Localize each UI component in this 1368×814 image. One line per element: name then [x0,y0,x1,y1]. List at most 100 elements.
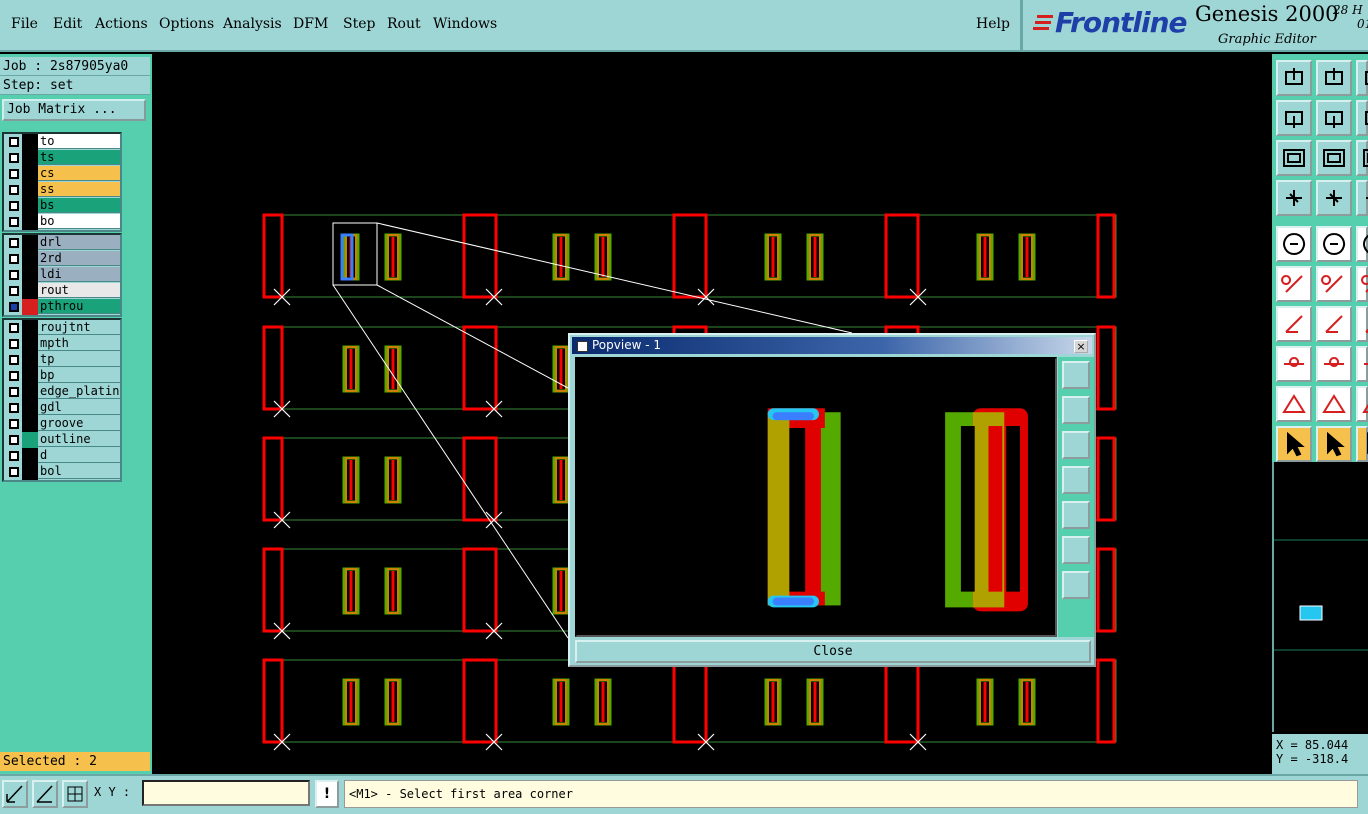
layer-name[interactable]: to [38,134,120,149]
key-icon[interactable] [1316,180,1352,216]
layer-checkbox[interactable] [9,201,19,211]
draw-angle-icon[interactable] [1276,306,1312,342]
layer-row-drl[interactable]: drl [4,235,120,251]
layer-name[interactable]: outline [38,432,120,447]
net-icon[interactable] [1276,266,1312,302]
layer-row-ts[interactable]: ts [4,150,120,166]
xy-input[interactable] [142,780,310,806]
layer-name[interactable]: bp [38,368,120,383]
move-icon[interactable] [1276,346,1312,382]
layer-row-pthrou[interactable]: pthrou [4,299,120,315]
layer-affect-toggle[interactable] [22,235,38,251]
snap-icon[interactable] [2,780,28,808]
split-icon[interactable] [1356,346,1368,382]
layer-name[interactable]: mpth [38,336,120,351]
layer-affect-toggle[interactable] [22,416,38,432]
menu-rout[interactable]: Rout [387,16,421,32]
close-button[interactable]: Close [575,640,1091,663]
zoom-icon[interactable] [1356,100,1368,136]
layer-affect-toggle[interactable] [22,336,38,352]
layer-checkbox[interactable] [9,270,19,280]
edit-icon[interactable] [1356,306,1368,342]
layer-row-bo[interactable]: bo [4,214,120,230]
layer-row-bp[interactable]: bp [4,368,120,384]
layer-row-bol[interactable]: bol [4,464,120,480]
area-icon[interactable] [1276,386,1312,422]
fit-profile-icon[interactable] [1316,140,1352,176]
layer-checkbox[interactable] [9,387,19,397]
menu-actions[interactable]: Actions [95,16,148,32]
layer-affect-toggle[interactable] [22,352,38,368]
layer-checkbox[interactable] [9,403,19,413]
layer-checkbox[interactable] [9,153,19,163]
layer-row-gdl[interactable]: gdl [4,400,120,416]
popview-pan-right-icon[interactable] [1062,501,1090,529]
layer-affect-toggle[interactable] [22,368,38,384]
arc-icon[interactable] [1356,386,1368,422]
layer-checkbox[interactable] [9,419,19,429]
menu-windows[interactable]: Windows [433,16,497,32]
layer-checkbox[interactable] [9,371,19,381]
layer-name[interactable]: ss [38,182,120,197]
layer-name[interactable]: roujtnt [38,320,120,335]
popview-canvas[interactable] [575,357,1057,637]
grid-icon[interactable] [62,780,88,808]
layer-checkbox[interactable] [9,467,19,477]
layer-checkbox[interactable] [9,355,19,365]
layer-row-ldi[interactable]: ldi [4,267,120,283]
popview-pan-left-icon[interactable] [1062,466,1090,494]
layer-row-to[interactable]: to [4,134,120,150]
select-icon[interactable] [1276,426,1312,462]
prompt-alert-button[interactable]: ! [315,780,339,808]
route-icon[interactable] [1356,266,1368,302]
popview-fit-icon[interactable] [1062,361,1090,389]
layer-name[interactable]: bol [38,464,120,479]
work-layer-icon[interactable] [22,299,38,315]
layer-name[interactable]: edge_plating [38,384,120,399]
layer-name[interactable]: ts [38,150,120,165]
pan-down-icon[interactable] [1316,60,1352,96]
layer-affect-toggle[interactable] [22,384,38,400]
layer-affect-toggle[interactable] [22,432,38,448]
layer-affect-toggle[interactable] [22,464,38,480]
layer-name[interactable]: gdl [38,400,120,415]
layer-checkbox[interactable] [9,238,19,248]
home-icon[interactable] [1356,60,1368,96]
layer-affect-toggle[interactable] [22,166,38,182]
select-round-icon[interactable] [1356,426,1368,462]
layer-name[interactable]: bo [38,214,120,229]
layer-row-roujtnt[interactable]: roujtnt [4,320,120,336]
layer-affect-toggle[interactable] [22,267,38,283]
layer-affect-toggle[interactable] [22,448,38,464]
layer-row-edge_plating[interactable]: edge_plating [4,384,120,400]
layer-name[interactable]: d [38,448,120,463]
layer-name[interactable]: bs [38,198,120,213]
layer-checkbox[interactable] [9,339,19,349]
layer-name[interactable]: ldi [38,267,120,282]
menu-help[interactable]: Help [976,16,1010,32]
measure-icon[interactable] [32,780,58,808]
layer-name[interactable]: tp [38,352,120,367]
fit-all-icon[interactable] [1276,140,1312,176]
layer-affect-toggle[interactable] [22,150,38,166]
layer-row-tp[interactable]: tp [4,352,120,368]
layer-name[interactable]: 2rd [38,251,120,266]
layer-row-outline[interactable]: outline [4,432,120,448]
delete-icon[interactable] [1316,266,1352,302]
close-icon[interactable]: × [1074,340,1088,353]
overview-map[interactable] [1272,462,1368,732]
popview-pan-down-icon[interactable] [1062,431,1090,459]
popview-titlebar[interactable]: Popview - 1 × [572,337,1092,354]
layer-affect-toggle[interactable] [22,320,38,336]
measure-icon[interactable] [1356,180,1368,216]
layer-row-rout[interactable]: rout [4,283,120,299]
layer-name[interactable]: groove [38,416,120,431]
popview-pan-up-icon[interactable] [1062,396,1090,424]
pan-up-icon[interactable] [1276,60,1312,96]
layer-checkbox[interactable] [9,302,19,312]
layer-checkbox[interactable] [9,217,19,227]
layer-checkbox[interactable] [9,137,19,147]
layer-affect-toggle[interactable] [22,214,38,230]
pan-right-icon[interactable] [1316,100,1352,136]
pan-left-icon[interactable] [1276,100,1312,136]
